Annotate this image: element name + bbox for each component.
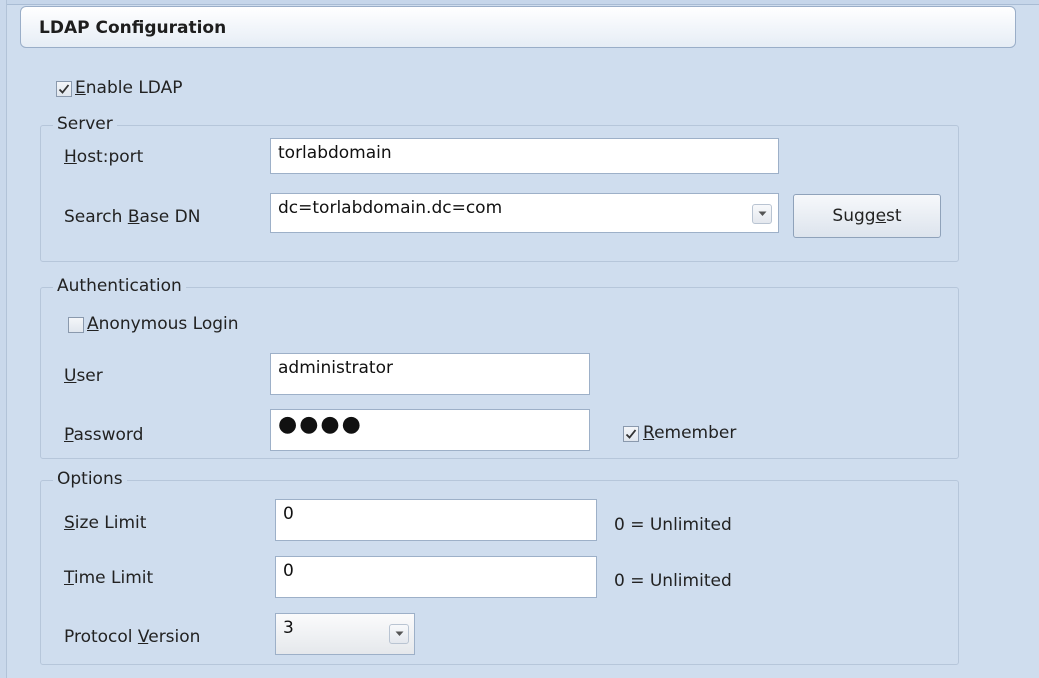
chevron-down-icon <box>395 631 404 636</box>
search-base-dn-label: Search Base DN <box>64 207 201 227</box>
remember-label[interactable]: Remember <box>643 423 736 443</box>
protocol-version-value: 3 <box>283 618 294 638</box>
suggest-button[interactable]: Suggest <box>793 194 941 238</box>
checkmark-icon <box>625 429 637 439</box>
protocol-version-dropdown-button[interactable] <box>389 624 409 644</box>
enable-ldap-checkbox[interactable] <box>56 81 72 97</box>
time-limit-hint: 0 = Unlimited <box>614 571 732 591</box>
search-base-dn-dropdown-button[interactable] <box>752 204 772 224</box>
frame-top-edge <box>0 0 1039 5</box>
anonymous-login-label[interactable]: Anonymous Login <box>87 314 239 334</box>
section-title: LDAP Configuration <box>39 18 227 38</box>
size-limit-hint: 0 = Unlimited <box>614 515 732 535</box>
section-header[interactable]: LDAP Configuration <box>20 6 1016 48</box>
user-input[interactable]: administrator <box>270 353 590 395</box>
options-legend: Options <box>53 469 127 489</box>
anonymous-login-checkbox[interactable] <box>68 317 84 333</box>
time-limit-label: Time Limit <box>64 568 154 588</box>
server-legend: Server <box>53 114 117 134</box>
search-base-dn-combobox[interactable]: dc=torlabdomain.dc=com <box>270 193 779 233</box>
password-input[interactable]: ●●●● <box>270 409 590 451</box>
protocol-version-label: Protocol Version <box>64 627 201 647</box>
search-base-dn-value: dc=torlabdomain.dc=com <box>278 198 503 218</box>
time-limit-input[interactable]: 0 <box>275 556 597 598</box>
size-limit-input[interactable]: 0 <box>275 499 597 541</box>
remember-checkbox[interactable] <box>623 426 639 442</box>
chevron-down-icon <box>758 211 767 216</box>
enable-ldap-label[interactable]: Enable LDAP <box>75 78 182 98</box>
host-port-label: Host:port <box>64 147 144 167</box>
user-label: User <box>64 366 103 386</box>
password-label: Password <box>64 425 144 445</box>
size-limit-label: Size Limit <box>64 513 147 533</box>
checkmark-icon <box>58 84 70 94</box>
frame-left-edge <box>0 0 7 678</box>
authentication-legend: Authentication <box>53 276 186 296</box>
host-port-input[interactable]: torlabdomain <box>270 138 779 174</box>
